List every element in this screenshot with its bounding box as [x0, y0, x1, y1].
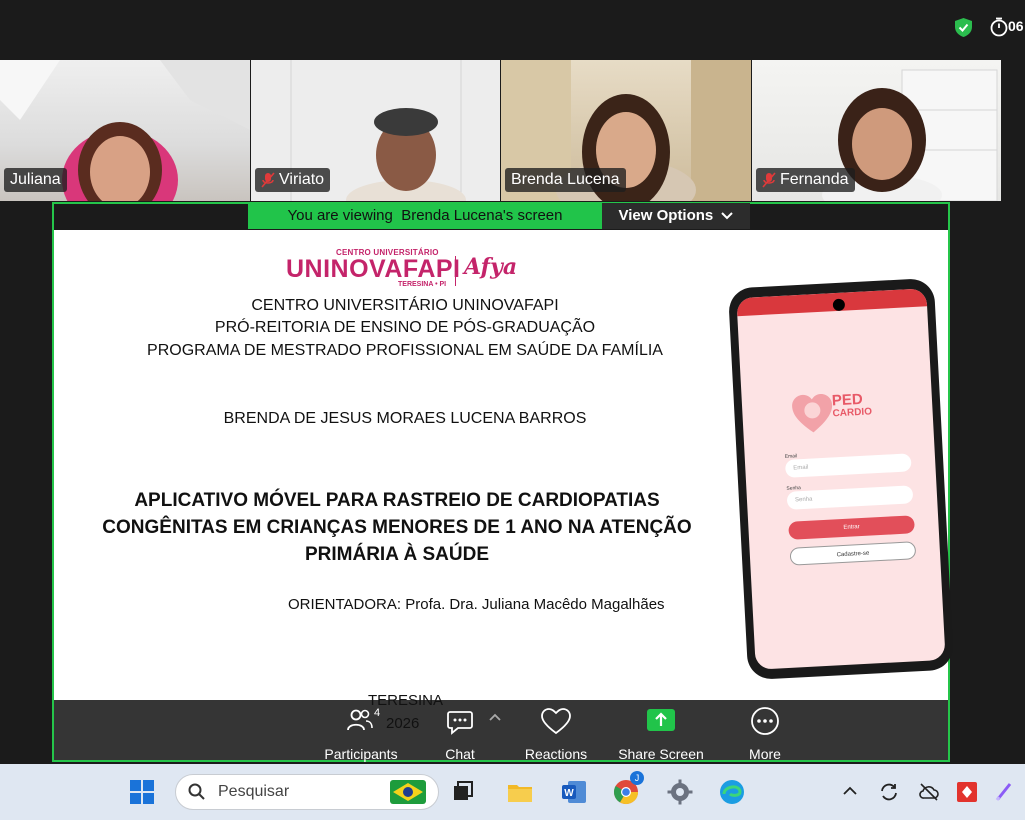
login-button[interactable]: Entrar: [788, 515, 915, 540]
participants-button[interactable]: Participants: [322, 746, 400, 762]
video-tile-fernanda[interactable]: Fernanda: [752, 60, 1001, 201]
profile-badge: J: [630, 771, 644, 785]
phone-mockup: PED CARDIO Email Email Senha Senha Entra…: [727, 277, 955, 681]
edge-icon[interactable]: [718, 778, 746, 806]
app-login-screen: PED CARDIO Email Email Senha Senha Entra…: [736, 288, 946, 670]
view-options-button[interactable]: View Options: [602, 203, 750, 229]
meeting-controls-bar: [54, 700, 948, 760]
chevron-up-icon[interactable]: [489, 713, 501, 721]
participant-name-label: Brenda Lucena: [505, 168, 626, 192]
author-name: BRENDA DE JESUS MORAES LUCENA BARROS: [223, 410, 587, 427]
brazil-flag-icon: [390, 780, 426, 804]
windows-start-icon[interactable]: [128, 778, 156, 806]
video-tile-brenda-lucena[interactable]: Brenda Lucena: [501, 60, 751, 201]
cloud-off-icon[interactable]: [918, 781, 940, 803]
thesis-title-line-1: APLICATIVO MÓVEL PARA RASTREIO DE CARDIO…: [134, 490, 660, 511]
muted-mic-icon: [261, 172, 275, 188]
share-screen-icon[interactable]: [646, 708, 676, 734]
participants-count: 4: [374, 707, 381, 719]
register-button[interactable]: Cadastre-se: [789, 541, 917, 566]
chat-button[interactable]: Chat: [436, 746, 484, 762]
institution-name: CENTRO UNIVERSITÁRIO UNINOVAFAPI: [251, 297, 559, 314]
timer-icon: [990, 17, 1008, 37]
anydesk-icon[interactable]: [956, 781, 978, 803]
department-name: PRÓ-REITORIA DE ENSINO DE PÓS-GRADUAÇÃO: [214, 319, 596, 336]
sync-icon[interactable]: [878, 781, 900, 803]
app-status-bar: [736, 288, 928, 317]
search-input[interactable]: Pesquisar: [218, 783, 289, 801]
file-explorer-icon[interactable]: [506, 778, 534, 806]
thesis-title-line-2: CONGÊNITAS EM CRIANÇAS MENORES DE 1 ANO …: [102, 517, 692, 538]
password-field[interactable]: Senha: [786, 485, 914, 510]
settings-gear-icon[interactable]: [666, 778, 694, 806]
participant-name-label: Juliana: [4, 168, 67, 192]
pen-icon[interactable]: [994, 780, 1016, 802]
meeting-top-bar: [0, 0, 1025, 60]
participants-icon[interactable]: [346, 708, 374, 732]
svg-text:W: W: [564, 788, 574, 799]
reactions-heart-icon[interactable]: [540, 707, 572, 735]
security-shield-icon[interactable]: [955, 18, 972, 37]
afya-logo: Afya: [464, 254, 518, 280]
chevron-down-icon: [721, 212, 734, 220]
app-logo-ped: PED: [831, 390, 864, 410]
meeting-timer: 06: [1008, 18, 1024, 34]
app-logo-cardio: CARDIO: [832, 406, 873, 420]
reactions-button[interactable]: Reactions: [520, 746, 592, 762]
share-screen-button[interactable]: Share Screen: [614, 746, 708, 762]
slide-year: 2026: [386, 715, 420, 732]
video-tile-juliana[interactable]: Juliana: [0, 60, 250, 201]
more-icon[interactable]: [750, 706, 780, 736]
more-button[interactable]: More: [740, 746, 790, 762]
uninovafapi-logo: CENTRO UNIVERSITÁRIO UNINOVAFAPI TERESIN…: [286, 248, 461, 288]
email-field[interactable]: Email: [784, 453, 912, 478]
logo-divider: [455, 256, 456, 286]
chevron-up-icon[interactable]: [843, 786, 857, 796]
viewing-banner: You are viewing Brenda Lucena's screen: [248, 203, 602, 229]
word-icon[interactable]: W: [560, 778, 588, 806]
search-icon: [188, 783, 205, 800]
participant-name-label: Fernanda: [756, 168, 855, 192]
task-view-icon[interactable]: [450, 778, 478, 806]
muted-mic-icon: [762, 172, 776, 188]
chat-icon[interactable]: [446, 709, 474, 735]
program-name: PROGRAMA DE MESTRADO PROFISSIONAL EM SAÚ…: [147, 342, 663, 359]
video-tile-viriato[interactable]: Viriato: [251, 60, 500, 201]
participant-name-label: Viriato: [255, 168, 331, 192]
thesis-title-line-3: PRIMÁRIA À SAÚDE: [304, 544, 490, 565]
advisor-name: ORIENTADORA: Profa. Dra. Juliana Macêdo …: [288, 596, 665, 613]
